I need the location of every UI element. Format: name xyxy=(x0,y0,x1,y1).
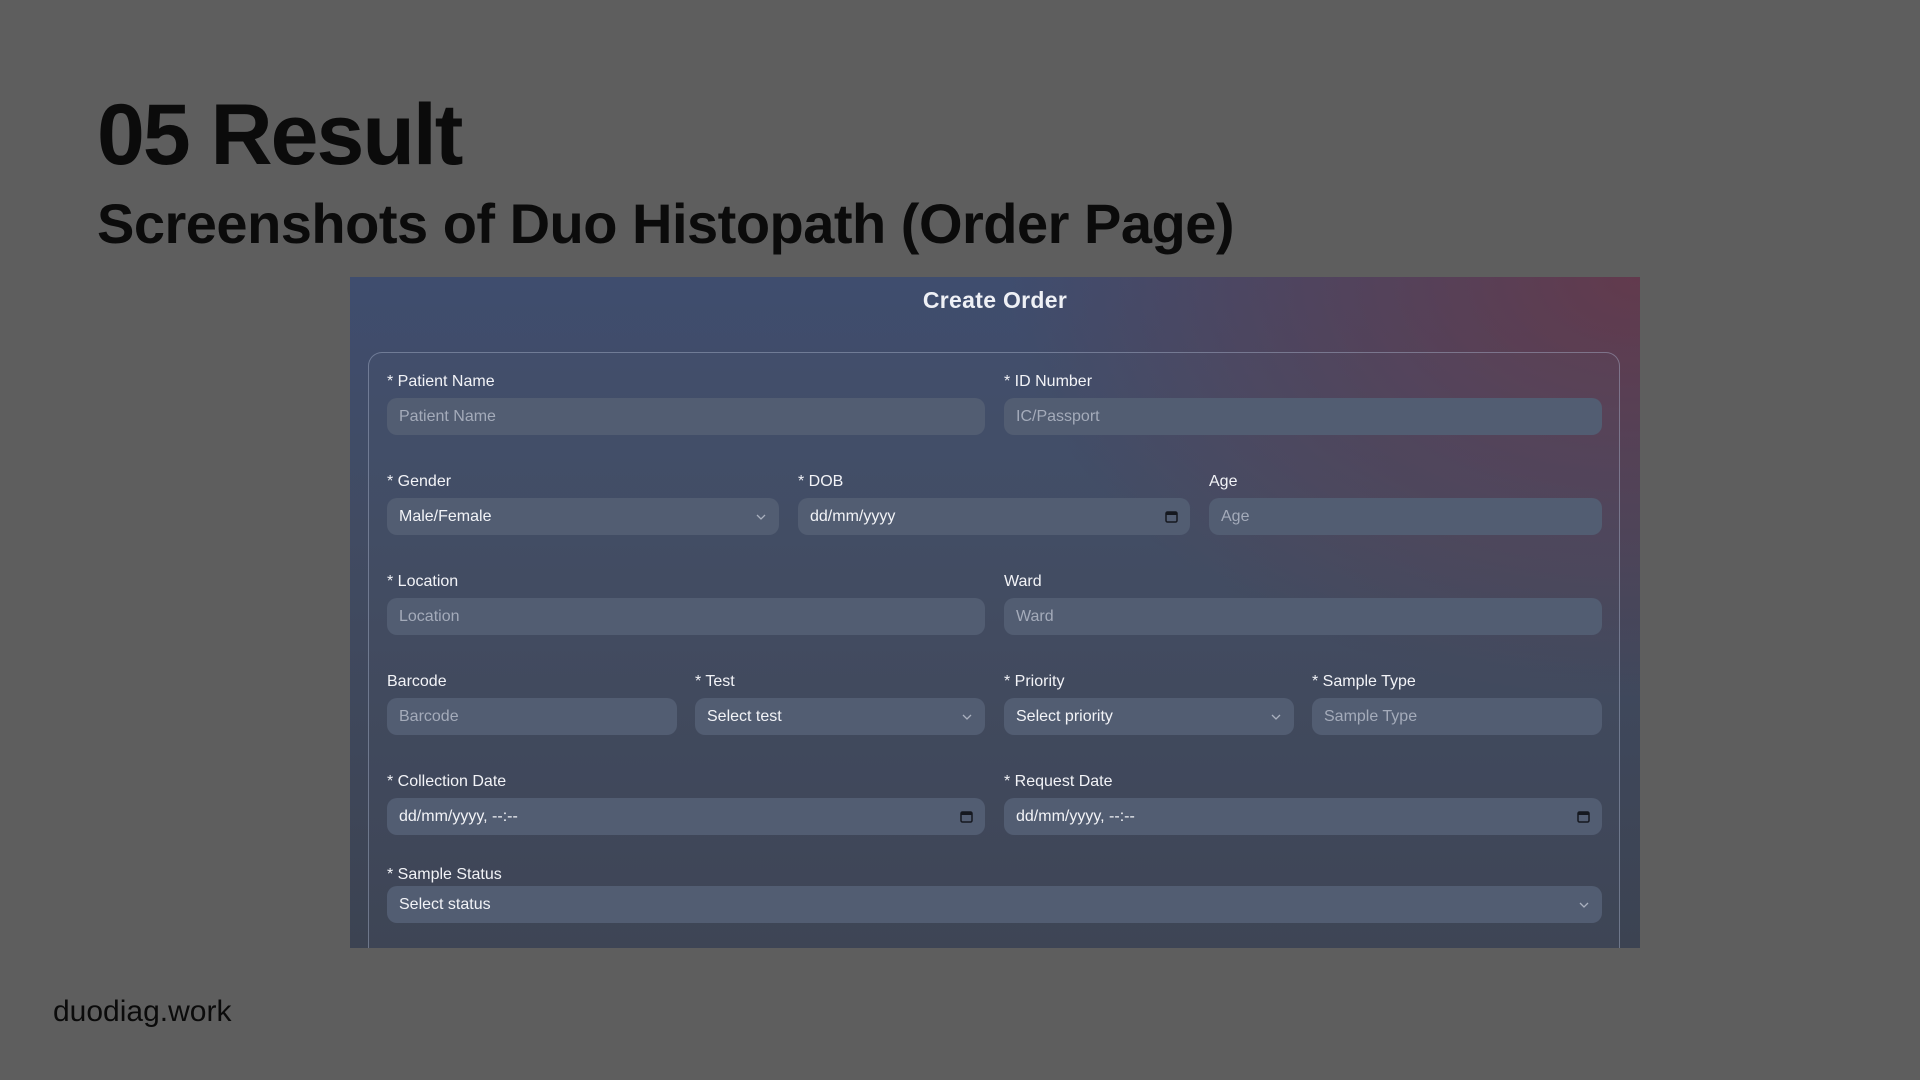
dob-label: * DOB xyxy=(798,473,844,490)
chevron-down-icon xyxy=(1579,902,1589,908)
sample-type-field: * Sample Type xyxy=(1312,673,1602,737)
id-number-input[interactable] xyxy=(1004,398,1602,435)
slide-subtitle: Screenshots of Duo Histopath (Order Page… xyxy=(97,192,1235,255)
chevron-down-icon xyxy=(1271,714,1281,720)
priority-select-value: Select priority xyxy=(1016,707,1113,725)
location-label: * Location xyxy=(387,573,459,590)
chevron-down-icon xyxy=(756,514,766,520)
priority-field: * Priority Select priority xyxy=(1004,673,1294,737)
age-input[interactable] xyxy=(1209,498,1602,535)
calendar-icon[interactable] xyxy=(1577,810,1590,823)
barcode-field: Barcode xyxy=(387,673,677,737)
barcode-label: Barcode xyxy=(387,673,447,690)
sample-status-label: * Sample Status xyxy=(387,866,502,883)
patient-name-field: * Patient Name xyxy=(387,373,985,437)
gender-select-value: Male/Female xyxy=(399,507,492,525)
location-input[interactable] xyxy=(387,598,985,635)
sample-status-select[interactable]: Select status xyxy=(387,886,1602,923)
gender-select[interactable]: Male/Female xyxy=(387,498,779,535)
gender-field: * Gender Male/Female xyxy=(387,473,779,537)
test-field: * Test Select test xyxy=(695,673,985,737)
request-date-value: dd/mm/yyyy, --:-- xyxy=(1016,807,1135,825)
location-field: * Location xyxy=(387,573,985,637)
patient-name-input[interactable] xyxy=(387,398,985,435)
id-number-field: * ID Number xyxy=(1004,373,1602,437)
collection-date-input[interactable]: dd/mm/yyyy, --:-- xyxy=(387,798,985,835)
calendar-icon[interactable] xyxy=(960,810,973,823)
dob-field: * DOB dd/mm/yyyy xyxy=(798,473,1190,537)
dob-date-value: dd/mm/yyyy xyxy=(810,507,896,525)
collection-date-field: * Collection Date dd/mm/yyyy, --:-- xyxy=(387,773,985,837)
request-date-label: * Request Date xyxy=(1004,773,1113,790)
sample-type-input[interactable] xyxy=(1312,698,1602,735)
priority-label: * Priority xyxy=(1004,673,1065,690)
request-date-input[interactable]: dd/mm/yyyy, --:-- xyxy=(1004,798,1602,835)
ward-field: Ward xyxy=(1004,573,1602,637)
sample-status-field: * Sample Status Select status xyxy=(387,866,1602,930)
sample-status-select-value: Select status xyxy=(399,895,491,913)
age-label: Age xyxy=(1209,473,1238,490)
test-select-value: Select test xyxy=(707,707,782,725)
test-select[interactable]: Select test xyxy=(695,698,985,735)
slide: 05 Result Screenshots of Duo Histopath (… xyxy=(0,0,1920,1080)
page-title: Create Order xyxy=(922,287,1068,313)
id-number-label: * ID Number xyxy=(1004,373,1093,390)
barcode-input[interactable] xyxy=(387,698,677,735)
collection-date-value: dd/mm/yyyy, --:-- xyxy=(399,807,518,825)
collection-date-label: * Collection Date xyxy=(387,773,507,790)
ward-label: Ward xyxy=(1004,573,1042,590)
request-date-field: * Request Date dd/mm/yyyy, --:-- xyxy=(1004,773,1602,837)
test-label: * Test xyxy=(695,673,735,690)
gender-label: * Gender xyxy=(387,473,452,490)
patient-name-label: * Patient Name xyxy=(387,373,495,390)
ward-input[interactable] xyxy=(1004,598,1602,635)
priority-select[interactable]: Select priority xyxy=(1004,698,1294,735)
footer-site-name: duodiag.work xyxy=(53,995,232,1028)
chevron-down-icon xyxy=(962,714,972,720)
sample-type-label: * Sample Type xyxy=(1312,673,1416,690)
calendar-icon[interactable] xyxy=(1165,510,1178,523)
dob-date-input[interactable]: dd/mm/yyyy xyxy=(798,498,1190,535)
order-form-card: * Patient Name * ID Number * Gender Male… xyxy=(368,352,1620,948)
age-field: Age xyxy=(1209,473,1602,537)
slide-title: 05 Result xyxy=(97,87,463,183)
app-screenshot: Create Order * Patient Name * ID Number … xyxy=(350,277,1640,948)
